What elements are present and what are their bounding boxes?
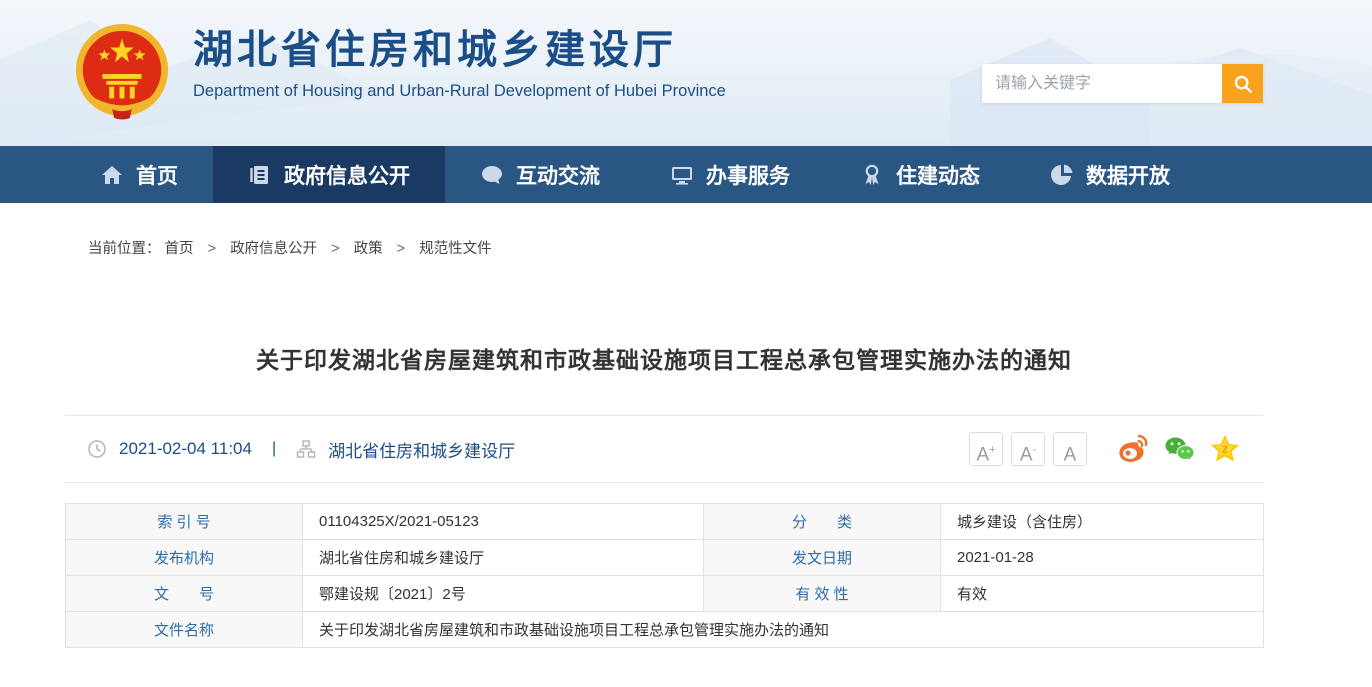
- nav-label: 办事服务: [706, 160, 790, 190]
- issue-date-value: 2021-01-28: [941, 540, 1264, 576]
- clock-icon: [87, 439, 107, 459]
- nav-label: 住建动态: [896, 160, 980, 190]
- nav-item-interaction[interactable]: 互动交流: [445, 146, 635, 203]
- index-number-label: 索 引 号: [66, 504, 303, 540]
- doc-number-label: 文 号: [66, 576, 303, 612]
- nav-item-news[interactable]: 住建动态: [825, 146, 1015, 203]
- font-size-controls: A+ A- A: [969, 432, 1087, 466]
- brand-block: 湖北省住房和城乡建设厅 Department of Housing and Ur…: [193, 26, 726, 101]
- breadcrumb: 当前位置： 首页 > 政府信息公开 > 政策 > 规范性文件: [65, 237, 1263, 258]
- nav-label: 政府信息公开: [284, 160, 410, 190]
- svg-text:z: z: [1222, 441, 1229, 456]
- pie-chart-icon: [1050, 163, 1074, 187]
- page: 湖北省住房和城乡建设厅 Department of Housing and Ur…: [0, 0, 1372, 687]
- nav-item-home[interactable]: 首页: [65, 146, 213, 203]
- index-number-value: 01104325X/2021-05123: [303, 504, 704, 540]
- table-row: 文件名称 关于印发湖北省房屋建筑和市政基础设施项目工程总承包管理实施办法的通知: [66, 612, 1264, 648]
- search-icon: [1232, 73, 1254, 95]
- qzone-icon[interactable]: z: [1209, 433, 1241, 465]
- search-button[interactable]: [1222, 64, 1263, 103]
- category-label: 分 类: [704, 504, 941, 540]
- issuing-agency-label: 发布机构: [66, 540, 303, 576]
- doc-number-value: 鄂建设规〔2021〕2号: [303, 576, 704, 612]
- weibo-icon[interactable]: [1117, 433, 1149, 465]
- validity-label: 有 效 性: [704, 576, 941, 612]
- category-value: 城乡建设（含住房）: [941, 504, 1264, 540]
- nav-item-gov-info[interactable]: 政府信息公开: [213, 146, 445, 203]
- breadcrumb-prefix: 当前位置：: [88, 241, 161, 257]
- breadcrumb-item-home[interactable]: 首页: [165, 241, 194, 257]
- home-icon: [100, 163, 124, 187]
- publish-time: 2021-02-04 11:04: [119, 439, 252, 459]
- article-title: 关于印发湖北省房屋建筑和市政基础设施项目工程总承包管理实施办法的通知: [65, 341, 1263, 375]
- meta-divider: |: [272, 440, 276, 458]
- breadcrumb-item-policy[interactable]: 政策: [354, 241, 383, 257]
- article-meta-row: 2021-02-04 11:04 | 湖北省住房和城乡建设厅 A+ A- A: [65, 415, 1263, 483]
- breadcrumb-separator: >: [397, 241, 405, 257]
- breadcrumb-item-gov-info[interactable]: 政府信息公开: [230, 241, 317, 257]
- medal-icon: [860, 163, 884, 187]
- site-title: 湖北省住房和城乡建设厅: [193, 26, 726, 74]
- font-decrease-button[interactable]: A-: [1011, 432, 1045, 466]
- meta-left: 2021-02-04 11:04 | 湖北省住房和城乡建设厅: [87, 437, 515, 462]
- breadcrumb-item-normative-docs[interactable]: 规范性文件: [419, 241, 492, 257]
- font-reset-button[interactable]: A: [1053, 432, 1087, 466]
- validity-value: 有效: [941, 576, 1264, 612]
- site-header: 湖北省住房和城乡建设厅 Department of Housing and Ur…: [0, 0, 1372, 146]
- main-nav: 首页 政府信息公开 互动交流: [0, 146, 1372, 203]
- table-row: 发布机构 湖北省住房和城乡建设厅 发文日期 2021-01-28: [66, 540, 1264, 576]
- nav-label: 互动交流: [516, 160, 600, 190]
- meta-right: A+ A- A z: [969, 432, 1241, 466]
- font-increase-button[interactable]: A+: [969, 432, 1003, 466]
- nav-label: 首页: [136, 160, 178, 190]
- nav-label: 数据开放: [1086, 160, 1170, 190]
- source-sitemap-icon: [296, 439, 316, 459]
- search-input[interactable]: [982, 64, 1222, 103]
- issue-date-label: 发文日期: [704, 540, 941, 576]
- site-subtitle: Department of Housing and Urban-Rural De…: [193, 82, 726, 101]
- nav-item-open-data[interactable]: 数据开放: [1015, 146, 1205, 203]
- breadcrumb-separator: >: [208, 241, 216, 257]
- nav-item-services[interactable]: 办事服务: [635, 146, 825, 203]
- table-row: 文 号 鄂建设规〔2021〕2号 有 效 性 有效: [66, 576, 1264, 612]
- search-bar: [982, 64, 1263, 103]
- chat-bubble-icon: [480, 163, 504, 187]
- national-emblem-logo: [73, 22, 171, 122]
- monitor-icon: [670, 163, 694, 187]
- wechat-icon[interactable]: [1163, 433, 1195, 465]
- document-info-table: 索 引 号 01104325X/2021-05123 分 类 城乡建设（含住房）…: [65, 503, 1264, 648]
- document-icon: [248, 163, 272, 187]
- doc-name-value: 关于印发湖北省房屋建筑和市政基础设施项目工程总承包管理实施办法的通知: [303, 612, 1264, 648]
- issuing-agency-value: 湖北省住房和城乡建设厅: [303, 540, 704, 576]
- doc-name-label: 文件名称: [66, 612, 303, 648]
- table-row: 索 引 号 01104325X/2021-05123 分 类 城乡建设（含住房）: [66, 504, 1264, 540]
- article-source: 湖北省住房和城乡建设厅: [328, 437, 515, 462]
- breadcrumb-separator: >: [331, 241, 339, 257]
